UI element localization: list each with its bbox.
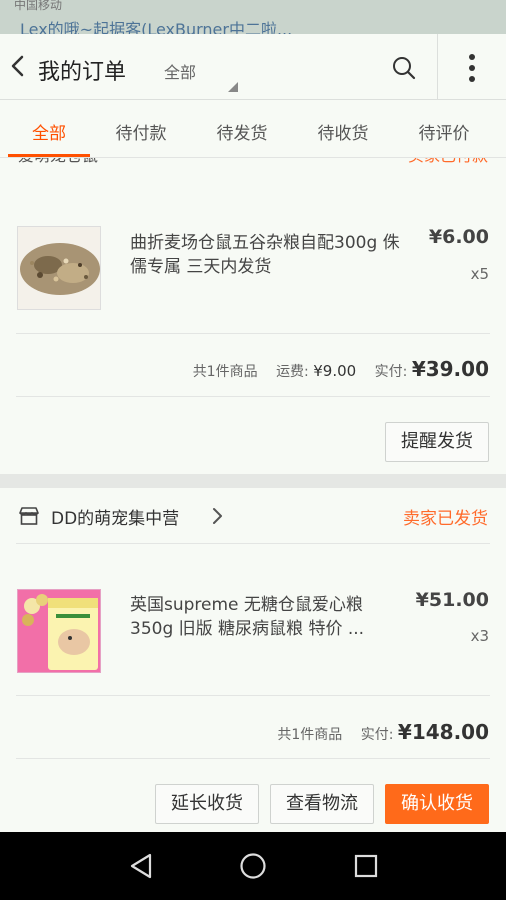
tab-pending-shipment[interactable]: 待发货 — [202, 119, 282, 144]
shop-name[interactable]: 爱萌宠仓鼠 — [18, 158, 98, 166]
divider — [16, 396, 490, 397]
tab-pending-review[interactable]: 待评价 — [404, 119, 484, 144]
extend-receipt-button[interactable]: 延长收货 — [155, 784, 259, 824]
order-header: DD的萌宠集中营 卖家已发货 — [0, 498, 506, 538]
remind-shipment-button[interactable]: 提醒发货 — [385, 422, 489, 462]
paid-label: 实付: — [374, 364, 408, 380]
order-summary: 共1件商品 运费: ¥9.00 实付: ¥39.00 — [193, 357, 489, 381]
system-nav-bar — [0, 832, 506, 900]
divider — [16, 758, 490, 759]
paid-label: 实付: — [360, 727, 394, 743]
shop-name[interactable]: DD的萌宠集中营 — [51, 504, 179, 529]
divider — [16, 543, 490, 544]
confirm-receipt-button[interactable]: 确认收货 — [385, 784, 489, 824]
product-thumbnail[interactable] — [17, 589, 101, 673]
order-separator — [0, 474, 506, 488]
dropdown-caret-icon[interactable] — [228, 82, 238, 92]
paid-amount: ¥39.00 — [411, 357, 489, 381]
product-price: ¥51.00 — [415, 589, 489, 611]
order-summary: 共1件商品 实付: ¥148.00 — [277, 720, 489, 744]
nav-home-icon[interactable] — [239, 852, 267, 880]
shipping-fee: ¥9.00 — [313, 362, 357, 380]
divider — [16, 333, 490, 334]
item-count: 共1件商品 — [192, 364, 258, 380]
header-separator — [437, 34, 438, 100]
order-list[interactable]: 爱萌宠仓鼠 买家已付款 曲折麦场仓鼠五谷杂粮自配300g 侏儒专属 三天内发货 … — [0, 158, 506, 832]
tab-all[interactable]: 全部 — [9, 119, 89, 144]
order-status: 卖家已发货 — [403, 509, 488, 529]
order-status: 买家已付款 — [408, 158, 488, 166]
tab-pending-payment[interactable]: 待付款 — [101, 119, 181, 144]
product-thumbnail[interactable] — [17, 226, 101, 310]
product-quantity: x5 — [470, 265, 489, 283]
product-title[interactable]: 英国supreme 无糖仓鼠爱心粮350g 旧版 糖尿病鼠粮 特价 ... — [130, 593, 400, 641]
divider — [16, 695, 490, 696]
order-header: 爱萌宠仓鼠 买家已付款 — [0, 158, 506, 166]
product-price: ¥6.00 — [428, 226, 489, 248]
tab-pending-receipt[interactable]: 待收货 — [303, 119, 383, 144]
notification-text: Lex的哦~起据客(LexBurner中二啦... — [20, 20, 293, 34]
chevron-right-icon[interactable] — [210, 506, 224, 526]
carrier-text: 中国移动 — [14, 0, 63, 12]
product-quantity: x3 — [470, 627, 489, 645]
filter-dropdown[interactable]: 全部 — [164, 59, 196, 83]
back-arrow-icon[interactable] — [8, 54, 28, 78]
store-icon — [19, 507, 39, 525]
item-count: 共1件商品 — [277, 727, 343, 743]
more-vertical-icon[interactable] — [462, 52, 482, 84]
status-bar: 中国移动 Lex的哦~起据客(LexBurner中二啦... — [0, 0, 506, 34]
order-tabs: 全部 待付款 待发货 待收货 待评价 — [0, 100, 506, 158]
product-title[interactable]: 曲折麦场仓鼠五谷杂粮自配300g 侏儒专属 三天内发货 — [130, 231, 400, 279]
paid-amount: ¥148.00 — [397, 720, 489, 744]
search-icon[interactable] — [390, 54, 418, 82]
nav-back-icon[interactable] — [128, 852, 154, 880]
view-logistics-button[interactable]: 查看物流 — [270, 784, 374, 824]
shipping-label: 运费: — [276, 364, 309, 380]
active-tab-indicator — [8, 154, 90, 157]
app-header: 我的订单 全部 — [0, 34, 506, 100]
nav-recents-icon[interactable] — [353, 853, 379, 879]
page-title: 我的订单 — [38, 60, 127, 85]
